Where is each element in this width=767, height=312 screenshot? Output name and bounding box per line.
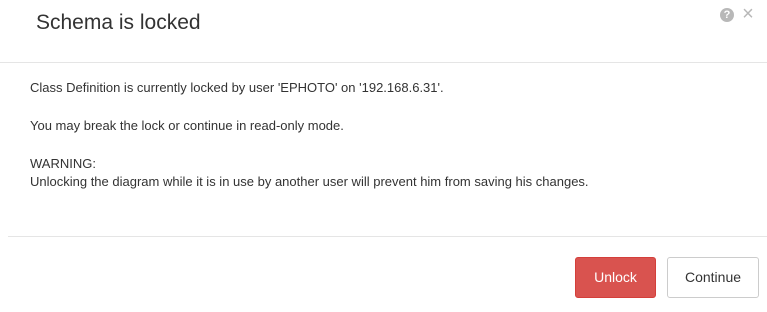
lock-message: Class Definition is currently locked by …	[30, 80, 444, 95]
warning-text: Unlocking the diagram while it is in use…	[30, 174, 589, 189]
dialog-body: Class Definition is currently locked by …	[30, 79, 750, 191]
continue-button[interactable]: Continue	[667, 257, 759, 298]
dialog-header: Schema is locked ? ×	[0, 0, 767, 63]
options-message: You may break the lock or continue in re…	[30, 118, 344, 133]
schema-locked-dialog: Schema is locked ? × Class Definition is…	[0, 0, 767, 312]
help-icon[interactable]: ?	[720, 8, 734, 22]
dialog-footer-divider	[8, 236, 767, 237]
dialog-title: Schema is locked	[36, 11, 201, 34]
warning-heading: WARNING:	[30, 156, 96, 171]
unlock-button[interactable]: Unlock	[575, 257, 656, 298]
close-icon[interactable]: ×	[740, 4, 756, 24]
